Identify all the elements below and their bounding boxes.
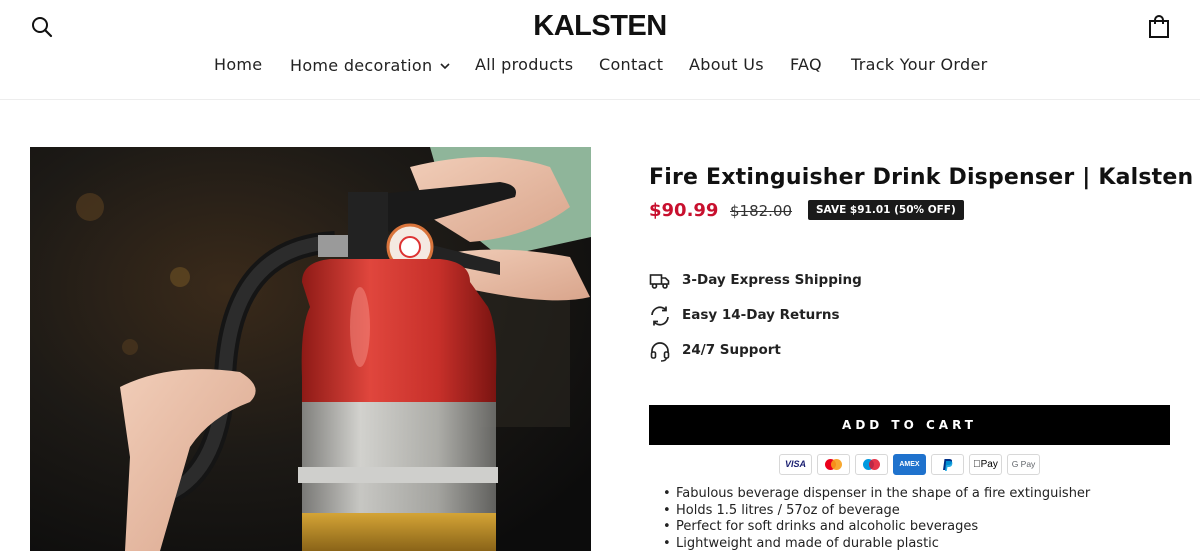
feature-label: 3-Day Express Shipping bbox=[682, 272, 862, 288]
site-header: KALSTEN Home Home decoration All product… bbox=[0, 0, 1200, 100]
bag-icon[interactable] bbox=[1148, 15, 1170, 39]
refresh-icon bbox=[649, 305, 671, 327]
nav-item-about-us[interactable]: About Us bbox=[689, 55, 764, 74]
list-item: Holds 1.5 litres / 57oz of beverage bbox=[663, 503, 1090, 520]
nav-item-all-products[interactable]: All products bbox=[475, 55, 573, 74]
truck-icon bbox=[649, 270, 671, 292]
apple-pay-icon: Pay bbox=[969, 454, 1002, 475]
headset-icon bbox=[649, 340, 671, 362]
maestro-icon bbox=[855, 454, 888, 475]
mastercard-icon bbox=[817, 454, 850, 475]
nav-item-faq[interactable]: FAQ bbox=[790, 55, 822, 74]
list-item: Perfect for soft drinks and alcoholic be… bbox=[663, 519, 1090, 536]
feature-label: Easy 14-Day Returns bbox=[682, 307, 840, 323]
list-item: Lightweight and made of durable plastic bbox=[663, 536, 1090, 552]
nav-item-home-decoration[interactable]: Home decoration bbox=[290, 55, 450, 75]
product-image[interactable] bbox=[30, 147, 591, 551]
main-nav: Home Home decoration All products Contac… bbox=[0, 55, 1200, 77]
list-item: Fabulous beverage dispenser in the shape… bbox=[663, 486, 1090, 503]
feature-label: 24/7 Support bbox=[682, 342, 781, 358]
nav-item-label: Home decoration bbox=[290, 56, 432, 75]
nav-item-home[interactable]: Home bbox=[214, 55, 262, 74]
nav-item-contact[interactable]: Contact bbox=[599, 55, 663, 74]
chevron-down-icon bbox=[440, 55, 450, 74]
save-badge: SAVE $91.01 (50% OFF) bbox=[808, 200, 964, 220]
product-title: Fire Extinguisher Drink Dispenser | Kals… bbox=[649, 165, 1193, 190]
store-logo[interactable]: KALSTEN bbox=[0, 10, 1200, 43]
product-price: $90.99 bbox=[649, 200, 718, 221]
product-description: Fabulous beverage dispenser in the shape… bbox=[663, 486, 1090, 552]
visa-icon: VISA bbox=[779, 454, 812, 475]
google-pay-icon: G Pay bbox=[1007, 454, 1040, 475]
apple-logo-icon:  bbox=[973, 459, 981, 470]
paypal-icon bbox=[931, 454, 964, 475]
amex-icon: AMEX bbox=[893, 454, 926, 475]
nav-item-track-order[interactable]: Track Your Order bbox=[851, 55, 987, 74]
add-to-cart-button[interactable]: ADD TO CART bbox=[649, 405, 1170, 445]
compare-price: $182.00 bbox=[730, 202, 792, 220]
